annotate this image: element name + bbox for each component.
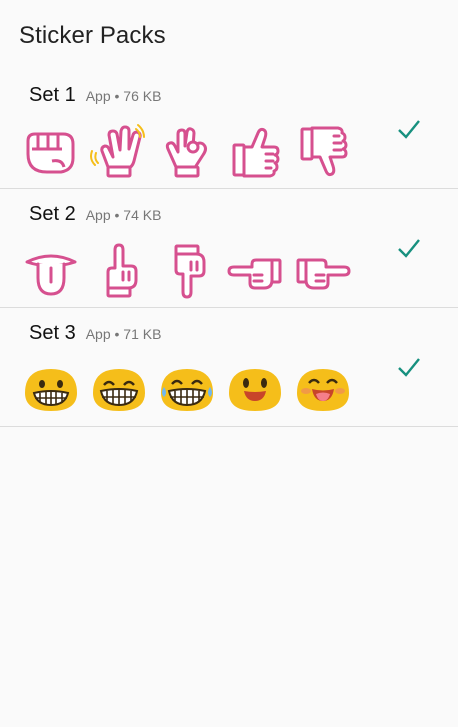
installed-check-icon <box>396 235 422 261</box>
grinning-squinting-face-icon <box>90 361 148 419</box>
fist-icon <box>22 123 80 181</box>
pack-meta: App • 76 KB <box>85 88 162 104</box>
laughing-tears-face-icon <box>158 361 216 419</box>
waving-hand-icon <box>90 123 148 181</box>
page-title: Sticker Packs <box>19 22 166 49</box>
pack-meta: App • 74 KB <box>85 207 162 223</box>
pointing-down-icon <box>158 242 216 300</box>
grinning-face-icon <box>22 361 80 419</box>
pointing-left-icon <box>226 242 284 300</box>
winking-tongue-face-icon <box>294 361 352 419</box>
thumbs-up-icon <box>226 123 284 181</box>
pack-meta: App • 71 KB <box>85 326 162 342</box>
pack-name: Set 1 <box>29 84 76 106</box>
pointing-right-icon <box>294 242 352 300</box>
ok-hand-icon <box>158 123 216 181</box>
tongue-out-icon <box>22 242 80 300</box>
smiling-face-icon <box>226 361 284 419</box>
pack-name: Set 2 <box>29 203 76 225</box>
pointing-up-icon <box>90 242 148 300</box>
installed-check-icon <box>396 354 422 380</box>
installed-check-icon <box>396 116 422 142</box>
sticker-pack-row[interactable]: Set 2 App • 74 KB <box>0 189 458 308</box>
thumbs-down-icon <box>294 123 352 181</box>
sticker-pack-row[interactable]: Set 1 App • 76 KB <box>0 70 458 189</box>
sticker-pack-row[interactable]: Set 3 App • 71 KB <box>0 308 458 427</box>
pack-name: Set 3 <box>29 322 76 344</box>
